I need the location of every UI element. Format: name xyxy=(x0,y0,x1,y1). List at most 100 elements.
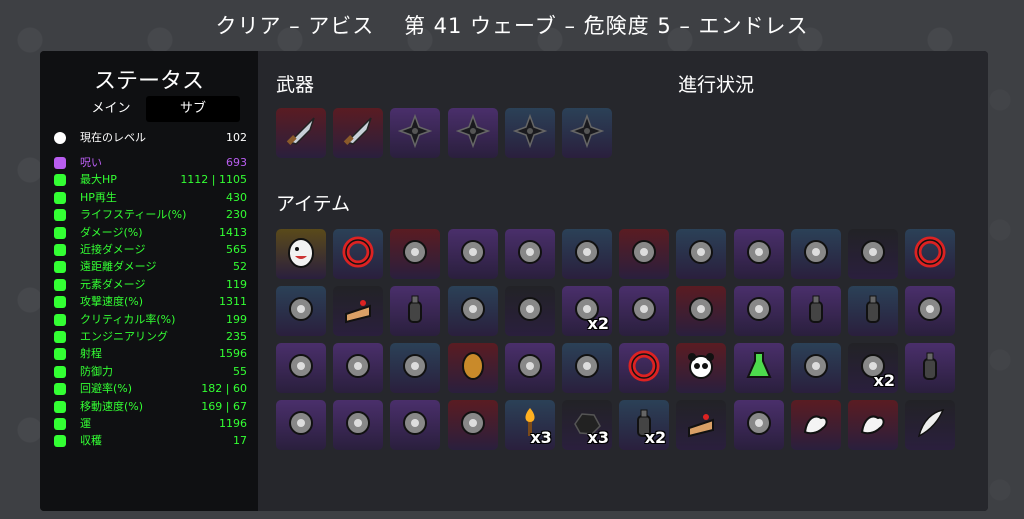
item-slot[interactable] xyxy=(390,343,441,393)
item-slot[interactable] xyxy=(619,229,670,279)
armor-icon xyxy=(54,365,66,378)
stat-name: 近接ダメージ xyxy=(80,243,146,256)
item-slot[interactable] xyxy=(790,400,841,450)
cake-icon xyxy=(341,292,375,330)
item-slot[interactable]: x2 xyxy=(619,400,670,450)
item-slot[interactable] xyxy=(790,343,841,393)
bottle-icon xyxy=(398,292,432,330)
stat-value: 1596 xyxy=(219,347,247,361)
item-slot[interactable] xyxy=(447,343,498,393)
weapon-slot[interactable] xyxy=(333,108,384,158)
item-slot[interactable] xyxy=(333,400,384,450)
stat-value: 169 | 67 xyxy=(201,399,247,413)
weapon-slot[interactable] xyxy=(447,108,498,158)
stat-row: 呪い 693 xyxy=(54,155,247,171)
shuriken-icon xyxy=(455,113,490,152)
stat-value: 55 xyxy=(233,364,247,378)
item-slot[interactable] xyxy=(276,229,326,279)
speed-icon xyxy=(54,400,66,413)
stat-name: エンジニアリング xyxy=(80,330,168,343)
item-slot[interactable] xyxy=(905,343,956,393)
item-slot[interactable] xyxy=(390,229,441,279)
luck-icon xyxy=(54,418,66,430)
weapon-slot[interactable] xyxy=(390,108,441,158)
item-slot[interactable] xyxy=(905,286,956,336)
item-slot[interactable] xyxy=(676,400,727,450)
weapon-slot[interactable] xyxy=(562,108,612,158)
item-slot[interactable] xyxy=(733,400,784,450)
stat-name: 収穫 xyxy=(80,434,102,448)
tab-sub[interactable]: サブ xyxy=(146,96,240,122)
bottle-icon xyxy=(799,292,833,330)
item-slot[interactable] xyxy=(447,229,498,279)
item-slot[interactable] xyxy=(562,343,612,393)
inventory-area: 武器 進行状況 アイテム x2 x2 x3 x3 x2 xyxy=(258,51,988,511)
claw-icon xyxy=(341,349,375,387)
item-slot[interactable]: x3 xyxy=(562,400,612,450)
item-slot[interactable] xyxy=(790,286,841,336)
item-slot[interactable] xyxy=(276,400,326,450)
stat-row: 防御力 55 xyxy=(54,364,247,380)
item-slot[interactable] xyxy=(447,286,498,336)
item-slot[interactable] xyxy=(676,286,727,336)
item-slot[interactable]: x2 xyxy=(848,343,898,393)
item-slot[interactable] xyxy=(333,343,384,393)
item-slot[interactable] xyxy=(733,343,784,393)
item-slot[interactable] xyxy=(790,229,841,279)
item-slot[interactable] xyxy=(276,343,326,393)
stat-value: 235 xyxy=(226,330,247,343)
stat-value: 230 xyxy=(226,208,247,222)
item-slot[interactable] xyxy=(333,286,384,336)
diving-suit-icon xyxy=(284,406,318,444)
item-slot[interactable] xyxy=(676,343,727,393)
item-slot[interactable] xyxy=(905,229,956,279)
item-slot[interactable] xyxy=(276,286,326,336)
item-slot[interactable] xyxy=(619,343,670,393)
weapon-slot[interactable] xyxy=(504,108,555,158)
item-slot[interactable] xyxy=(447,400,498,450)
item-slot[interactable] xyxy=(848,286,898,336)
item-slot[interactable] xyxy=(848,400,898,450)
item-slot[interactable]: x3 xyxy=(504,400,555,450)
stat-row: 収穫 17 xyxy=(54,433,247,449)
item-slot[interactable] xyxy=(619,286,670,336)
wings-icon xyxy=(398,406,432,444)
item-slot[interactable] xyxy=(504,229,555,279)
tab-main[interactable]: メイン xyxy=(76,96,146,122)
heart-icon xyxy=(54,174,66,187)
curse-icon xyxy=(54,157,66,169)
halo-drone-icon xyxy=(456,292,490,330)
item-slot[interactable]: x2 xyxy=(562,286,612,336)
item-slot[interactable] xyxy=(733,229,784,279)
weapon-slot[interactable] xyxy=(276,108,326,158)
item-slot[interactable] xyxy=(390,400,441,450)
item-slot[interactable] xyxy=(562,229,612,279)
handcuffs-icon xyxy=(456,235,490,273)
item-slot[interactable] xyxy=(333,229,384,279)
item-slot[interactable] xyxy=(390,286,441,336)
shuriken-icon xyxy=(512,113,547,152)
item-slot[interactable] xyxy=(504,286,555,336)
stat-name: ダメージ(%) xyxy=(80,225,143,239)
milk-bottle-icon xyxy=(913,349,947,387)
stat-row: ダメージ(%) 1413 xyxy=(54,225,247,241)
potato-icon xyxy=(456,349,490,387)
stat-row: クリティカル率(%) 199 xyxy=(54,312,247,328)
item-slot[interactable] xyxy=(848,229,898,279)
stat-value: 1311 xyxy=(219,295,247,309)
frog-icon xyxy=(570,235,604,273)
stat-name: 攻撃速度(%) xyxy=(80,295,144,309)
item-slot[interactable] xyxy=(733,286,784,336)
stat-value: 430 xyxy=(226,190,247,204)
item-slot[interactable] xyxy=(504,343,555,393)
item-count-label: x2 xyxy=(587,314,609,333)
item-slot[interactable] xyxy=(905,400,956,450)
item-count-label: x3 xyxy=(587,428,609,447)
item-slot[interactable] xyxy=(676,229,727,279)
shell-icon xyxy=(627,235,661,273)
stat-row: 近接ダメージ 565 xyxy=(54,242,247,258)
item-count-label: x2 xyxy=(644,428,667,447)
items-heading: アイテム xyxy=(276,193,351,215)
feather-icon xyxy=(913,406,947,444)
shuriken-icon xyxy=(569,113,605,152)
